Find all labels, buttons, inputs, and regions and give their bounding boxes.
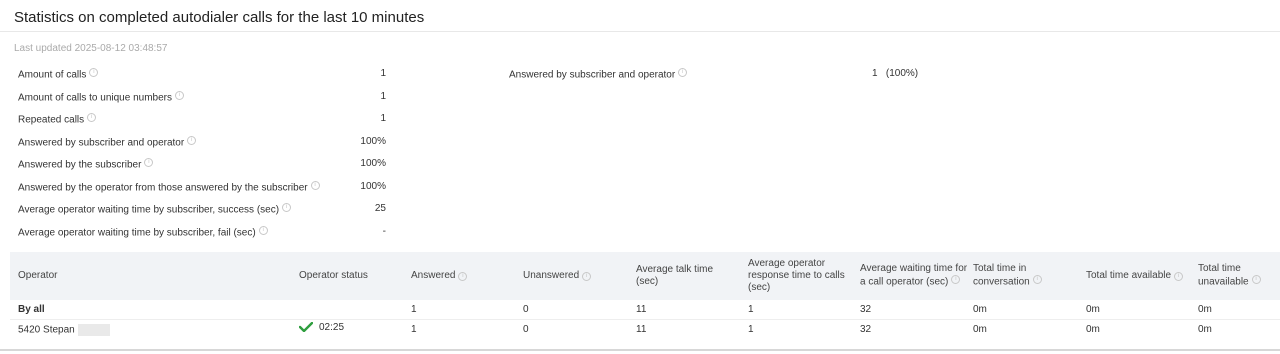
stat-label: Amount of calls to unique numbers <box>18 91 172 103</box>
col-header-avg-response-time[interactable]: Average operator response time to calls … <box>748 252 848 300</box>
stat-value: 100% <box>360 135 386 147</box>
cell-total-unavailable: 0m <box>1198 324 1212 335</box>
cell-total-available: 0m <box>1086 324 1100 335</box>
col-header-total-conversation[interactable]: Total time in conversation i <box>973 252 1073 300</box>
cell-avg-talk: 11 <box>636 324 647 335</box>
bottom-divider <box>0 349 1280 351</box>
cell-total-unavailable: 0m <box>1198 304 1212 315</box>
info-icon[interactable]: i <box>458 271 468 281</box>
cell-answered: 1 <box>411 324 417 335</box>
info-icon[interactable]: i <box>1032 275 1042 285</box>
stat-row: Answered by the operator from those answ… <box>18 180 388 204</box>
last-updated: Last updated 2025-08-12 03:48:57 <box>14 43 168 54</box>
table-row: By all 1 0 11 1 32 0m 0m 0m <box>10 300 1280 320</box>
info-icon[interactable]: i <box>144 158 154 167</box>
info-icon[interactable]: i <box>582 271 592 281</box>
table-header: Operator Operator status Answered i Unans… <box>10 252 1280 300</box>
stat-value: 100% <box>360 158 386 169</box>
col-header-total-available[interactable]: Total time available i <box>1086 252 1198 300</box>
stat-value: - <box>382 225 386 237</box>
info-icon[interactable]: i <box>89 68 99 77</box>
stat-row: Answered by subscriber and operator i 100… <box>18 135 388 159</box>
cell-avg-response: 1 <box>748 324 754 335</box>
cell-avg-wait: 32 <box>860 304 872 315</box>
cell-answered: 1 <box>411 304 417 315</box>
redacted-block <box>77 324 110 336</box>
info-icon[interactable]: i <box>187 135 197 145</box>
stat-value: 1 <box>380 90 386 102</box>
cell-unanswered: 0 <box>523 324 529 335</box>
cell-operator: 5420 Stepan <box>18 324 110 336</box>
info-icon[interactable]: i <box>310 180 320 190</box>
cell-unanswered: 0 <box>523 304 529 315</box>
stat-value: 25 <box>374 203 386 214</box>
stat-row: Amount of calls to unique numbers i 1 <box>18 90 388 114</box>
page-title: Statistics on completed autodialer calls… <box>14 9 425 26</box>
col-header-answered[interactable]: Answered i <box>411 252 511 300</box>
info-icon[interactable]: i <box>951 275 961 285</box>
info-icon[interactable]: i <box>174 90 184 100</box>
col-header-avg-waiting-time[interactable]: Average waiting time for a call operator… <box>860 252 968 300</box>
cell-avg-wait: 32 <box>860 324 872 335</box>
col-header-operator[interactable]: Operator <box>18 252 288 300</box>
title-divider <box>0 31 1280 32</box>
answered-summary-label: Answered by subscriber and operator <box>509 69 676 81</box>
stat-value: 1 <box>380 68 386 79</box>
cell-status: 02:25 <box>299 322 344 333</box>
answered-summary: Answered by subscriber and operator i 1 (… <box>509 68 918 81</box>
cell-operator: By all <box>18 304 45 315</box>
stat-value: 1 <box>380 113 386 124</box>
col-header-unanswered[interactable]: Unanswered i <box>523 252 623 300</box>
info-icon[interactable]: i <box>282 203 292 212</box>
stat-row: Repeated calls i 1 <box>18 113 388 136</box>
stat-label: Average operator waiting time by subscri… <box>18 226 256 238</box>
info-icon[interactable]: i <box>87 113 97 122</box>
answered-summary-value: 1 (100%) <box>872 68 919 79</box>
cell-total-conversation: 0m <box>973 324 987 335</box>
table-row: 5420 Stepan 02:25 1 0 11 1 32 0m 0m 0m <box>10 320 1280 339</box>
stat-row: Answered by the subscriber i 100% <box>18 158 388 181</box>
info-icon[interactable]: i <box>1174 271 1184 281</box>
operator-table: Operator Operator status Answered i Unans… <box>10 252 1280 339</box>
cell-avg-response: 1 <box>748 304 754 315</box>
info-icon[interactable]: i <box>678 68 688 77</box>
operator-name: 5420 Stepan <box>18 324 75 336</box>
status-timer: 02:25 <box>319 322 345 333</box>
col-header-avg-talk-time[interactable]: Average talk time (sec) <box>636 252 736 300</box>
stat-label: Average operator waiting time by subscri… <box>18 204 280 216</box>
stat-label: Answered by the operator from those answ… <box>18 181 308 193</box>
info-icon[interactable]: i <box>258 225 268 235</box>
stat-label: Answered by the subscriber <box>18 159 142 171</box>
col-header-operator-status[interactable]: Operator status <box>299 252 399 300</box>
cell-total-conversation: 0m <box>973 304 987 315</box>
stat-label: Answered by subscriber and operator <box>18 136 185 148</box>
cell-total-available: 0m <box>1086 304 1100 315</box>
stat-row: Average operator waiting time by subscri… <box>18 203 388 226</box>
stat-label: Repeated calls <box>18 114 85 126</box>
info-icon[interactable]: i <box>1251 275 1261 285</box>
summary-stats: Amount of calls i 1 Amount of calls to un… <box>18 68 388 248</box>
col-header-total-unavailable[interactable]: Total time unavailable i <box>1198 252 1278 300</box>
check-icon <box>299 322 313 333</box>
stat-value: 100% <box>360 180 386 192</box>
stat-label: Amount of calls <box>18 69 87 81</box>
stat-row: Amount of calls i 1 <box>18 68 388 91</box>
stat-row: Average operator waiting time by subscri… <box>18 225 388 249</box>
cell-avg-talk: 11 <box>636 304 647 315</box>
